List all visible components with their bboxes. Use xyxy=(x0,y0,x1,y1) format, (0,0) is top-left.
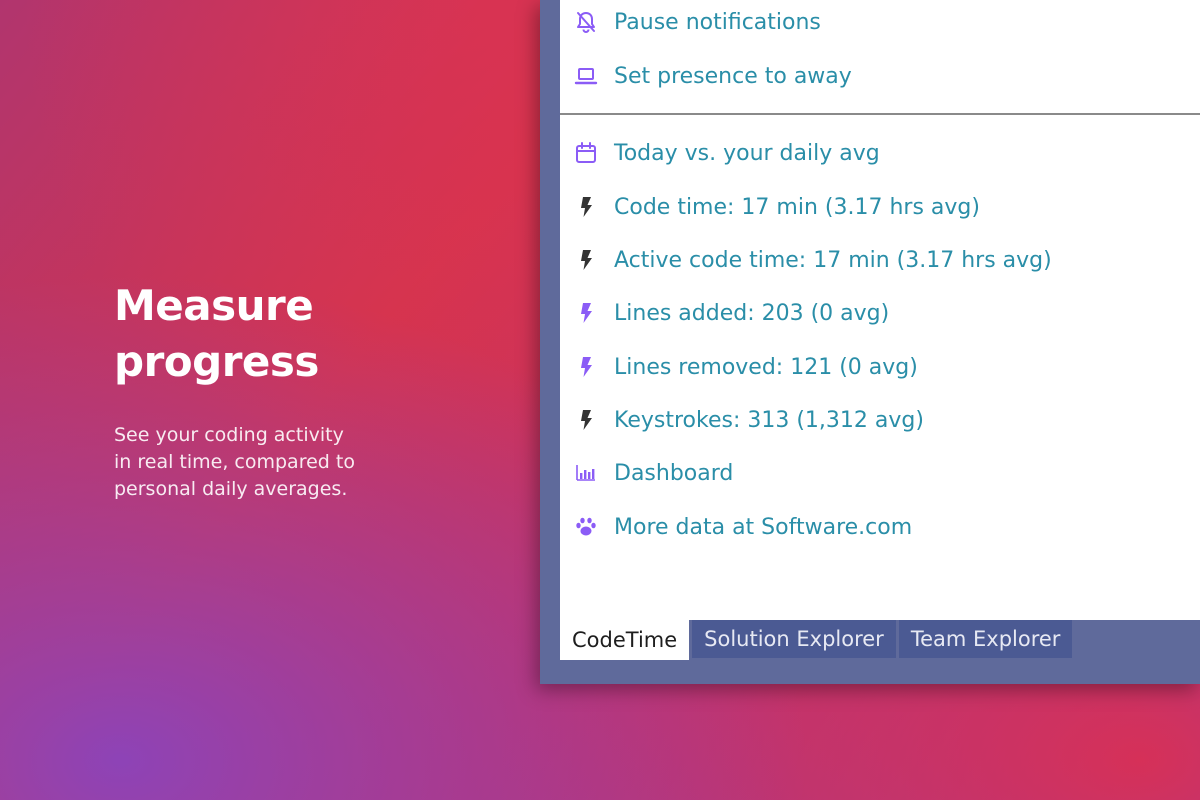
bolt-icon xyxy=(572,353,600,381)
hero-title-line1: Measure xyxy=(114,281,314,330)
menu-item-label: Lines removed: 121 (0 avg) xyxy=(614,354,918,380)
menu-item-lines-added[interactable]: Lines added: 203 (0 avg) xyxy=(560,293,1200,333)
menu-item-label: Code time: 17 min (3.17 hrs avg) xyxy=(614,194,980,220)
hero-subtitle-line1: See your coding activity xyxy=(114,424,344,446)
menu-item-label: Pause notifications xyxy=(614,9,821,35)
menu-item-label: Today vs. your daily avg xyxy=(614,140,880,166)
bolt-icon xyxy=(572,299,600,327)
tab-team-explorer[interactable]: Team Explorer xyxy=(898,620,1073,658)
menu-item-label: Lines added: 203 (0 avg) xyxy=(614,300,890,326)
menu-item-label: More data at Software.com xyxy=(614,514,913,540)
hero-title: Measure progress xyxy=(114,278,414,390)
bolt-icon xyxy=(572,246,600,274)
hero-subtitle: See your coding activity in real time, c… xyxy=(114,422,414,503)
menu-item-dashboard[interactable]: Dashboard xyxy=(560,453,1200,493)
menu-item-set-presence-away[interactable]: Set presence to away xyxy=(560,56,1200,96)
bar-chart-icon xyxy=(572,459,600,487)
paw-icon xyxy=(572,513,600,541)
menu-item-label: Dashboard xyxy=(614,460,734,486)
menu-item-pause-notifications[interactable]: Pause notifications xyxy=(560,2,1200,42)
bolt-icon xyxy=(572,193,600,221)
ide-window-frame: Pause notifications Set presence to away xyxy=(540,0,1200,684)
menu-item-keystrokes[interactable]: Keystrokes: 313 (1,312 avg) xyxy=(560,400,1200,440)
menu-item-more-data-link[interactable]: More data at Software.com xyxy=(560,507,1200,547)
tab-codetime[interactable]: CodeTime xyxy=(560,620,690,660)
laptop-icon xyxy=(572,62,600,90)
tab-solution-explorer[interactable]: Solution Explorer xyxy=(692,620,896,658)
calendar-icon xyxy=(572,139,600,167)
menu-item-label: Keystrokes: 313 (1,312 avg) xyxy=(614,407,924,433)
hero-subtitle-line3: personal daily averages. xyxy=(114,478,348,500)
menu-item-label: Set presence to away xyxy=(614,63,852,89)
menu-item-code-time[interactable]: Code time: 17 min (3.17 hrs avg) xyxy=(560,187,1200,227)
menu-item-active-code-time[interactable]: Active code time: 17 min (3.17 hrs avg) xyxy=(560,240,1200,280)
bolt-icon xyxy=(572,406,600,434)
background: Measure progress See your coding activit… xyxy=(0,0,1200,800)
hero-subtitle-line2: in real time, compared to xyxy=(114,451,355,473)
menu-item-lines-removed[interactable]: Lines removed: 121 (0 avg) xyxy=(560,347,1200,387)
menu-item-label: Active code time: 17 min (3.17 hrs avg) xyxy=(614,247,1052,273)
bell-off-icon xyxy=(572,8,600,36)
hero-title-line2: progress xyxy=(114,337,319,386)
menu-divider xyxy=(560,113,1200,115)
codetime-panel: Pause notifications Set presence to away xyxy=(560,0,1200,620)
hero-section: Measure progress See your coding activit… xyxy=(114,278,414,503)
tool-window-tabs: CodeTime Solution Explorer Team Explorer xyxy=(560,620,1075,660)
menu-item-today-vs-avg[interactable]: Today vs. your daily avg xyxy=(560,133,1200,173)
